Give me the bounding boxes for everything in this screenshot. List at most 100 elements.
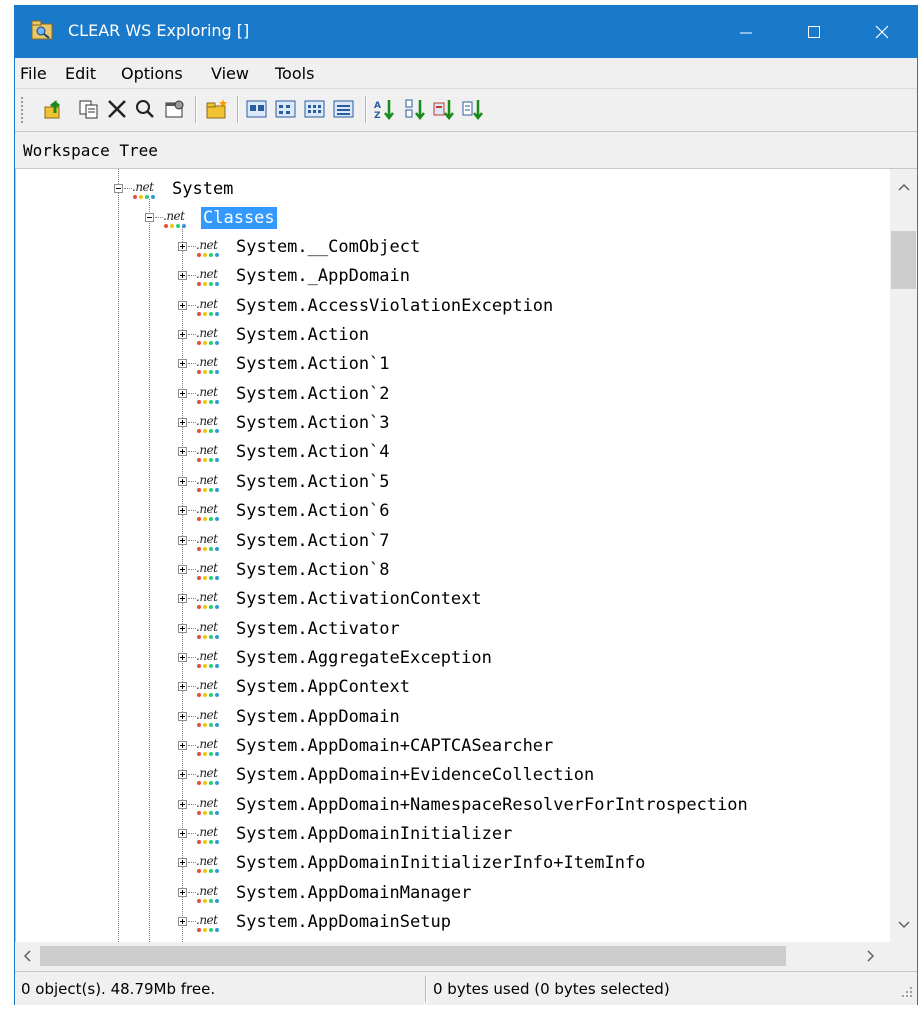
menu-edit[interactable]: Edit [65, 64, 96, 83]
menu-bar: File Edit Options View Tools [15, 58, 917, 88]
toolbar: AZ [15, 88, 917, 129]
tree-node-class[interactable]: .net System.Action`6 [178, 498, 888, 526]
expand-icon[interactable] [178, 535, 187, 545]
new-folder-button[interactable] [205, 97, 229, 121]
expand-icon[interactable] [178, 242, 187, 251]
workspace-tree-header: Workspace Tree [15, 131, 917, 169]
tree-node-class[interactable]: .net System.AppDomainSetup [178, 909, 888, 937]
title-bar[interactable]: CLEAR WS Exploring [] [15, 6, 917, 58]
expand-icon[interactable] [178, 330, 187, 340]
expand-icon[interactable] [178, 594, 187, 604]
vertical-scroll-thumb[interactable] [891, 231, 916, 289]
sort-by-type-button[interactable] [404, 97, 428, 121]
copy-button[interactable] [77, 97, 101, 121]
tree-node-label: System.AppDomainManager [236, 882, 472, 903]
tree-node-class[interactable]: .net System.AppDomain+CAPTCASearcher [178, 733, 888, 761]
tree-node-class[interactable]: .net System.AggregateException [178, 645, 888, 673]
tree-node-class[interactable]: .net System.Action`2 [178, 381, 888, 409]
close-button[interactable] [848, 6, 916, 58]
tree-node-class[interactable]: .net System.Action`3 [178, 410, 888, 438]
maximize-button[interactable] [780, 6, 848, 58]
expand-icon[interactable] [178, 887, 187, 897]
dotnet-icon: .net [196, 590, 219, 610]
tree-connector [188, 803, 196, 805]
scroll-left-icon[interactable] [23, 950, 31, 962]
tree-node-class[interactable]: .net System.Action`1 [178, 351, 888, 379]
details-view-button[interactable] [332, 97, 356, 121]
expand-icon[interactable] [178, 271, 187, 281]
tree-node-class[interactable]: .net System.AppDomain [178, 704, 888, 732]
dotnet-icon: .net [196, 355, 219, 375]
tree-node-class[interactable]: .net System.Action`7 [178, 528, 888, 556]
tree-node-class[interactable]: .net System.Action`8 [178, 557, 888, 585]
sort-by-date-button[interactable] [462, 97, 486, 121]
scroll-right-icon[interactable] [867, 950, 875, 962]
menu-tools[interactable]: Tools [275, 64, 314, 83]
expand-icon[interactable] [178, 711, 187, 721]
tree-node-class[interactable]: .net System.__ComObject [178, 234, 888, 262]
expand-icon[interactable] [178, 359, 187, 369]
tree-node-class[interactable]: .net System.AppDomain+EvidenceCollection [178, 762, 888, 790]
tree-node-class[interactable]: .net System.AppDomainInitializerInfo+Item… [178, 850, 888, 878]
horizontal-scroll-thumb[interactable] [40, 946, 786, 966]
tree-node-class[interactable]: .net System.AccessViolationException [178, 293, 888, 321]
scroll-down-icon[interactable] [898, 921, 910, 929]
tree-node-class[interactable]: .net System.Activator [178, 616, 888, 644]
collapse-icon[interactable] [114, 184, 123, 193]
menu-view[interactable]: View [211, 64, 249, 83]
scroll-up-icon[interactable] [898, 183, 910, 191]
find-button[interactable] [133, 97, 157, 121]
sort-by-size-icon [433, 100, 454, 121]
menu-file[interactable]: File [20, 64, 47, 83]
properties-button[interactable] [163, 97, 187, 121]
expand-icon[interactable] [178, 447, 187, 457]
expand-icon[interactable] [178, 388, 187, 398]
list-view-button[interactable] [303, 97, 327, 121]
tree-node-system[interactable]: .net System [114, 176, 314, 204]
sort-by-size-button[interactable] [433, 97, 457, 121]
tree-node-class[interactable]: .net System.ActivationContext [178, 586, 888, 614]
small-icons-button[interactable] [274, 97, 298, 121]
tree-node-label: System.Action`2 [236, 383, 390, 404]
tree-node-class[interactable]: .net System.Action`5 [178, 469, 888, 497]
toolbar-grip[interactable] [21, 97, 26, 123]
expand-icon[interactable] [178, 799, 187, 809]
details-view-icon [333, 100, 354, 118]
expand-icon[interactable] [178, 623, 187, 633]
tree-node-class[interactable]: .net System.AppDomain+NamespaceResolverFo… [178, 792, 888, 820]
go-up-button[interactable] [43, 97, 67, 121]
tree-node-label: System.__ComObject [236, 237, 421, 257]
workspace-tree[interactable]: .net System .net Classes .net System.__Co… [15, 169, 891, 942]
expand-icon[interactable] [178, 770, 187, 780]
expand-icon[interactable] [178, 476, 187, 486]
dotnet-icon: .net [196, 414, 219, 434]
expand-icon[interactable] [178, 917, 187, 927]
tree-connector [188, 392, 196, 394]
tree-node-label: System.ActivationContext [236, 589, 482, 610]
collapse-icon[interactable] [145, 213, 154, 222]
large-icons-button[interactable] [245, 97, 269, 121]
properties-icon [165, 100, 184, 118]
delete-button[interactable] [105, 97, 129, 121]
expand-icon[interactable] [178, 418, 187, 428]
resize-grip-icon[interactable] [899, 984, 913, 998]
expand-icon[interactable] [178, 740, 187, 750]
tree-node-class[interactable]: .net System.Action [178, 322, 888, 350]
tree-node-class[interactable]: .net System.AppDomainManager [178, 880, 888, 908]
expand-icon[interactable] [178, 564, 187, 574]
tree-node-class[interactable]: .net System.Action`4 [178, 439, 888, 467]
tree-node-classes[interactable]: .net Classes [145, 205, 345, 233]
expand-icon[interactable] [178, 652, 187, 662]
tree-node-class[interactable]: .net System.AppContext [178, 674, 888, 702]
sort-by-name-button[interactable]: AZ [373, 97, 397, 121]
expand-icon[interactable] [178, 682, 187, 692]
tree-node-class[interactable]: .net System.AppDomainInitializer [178, 821, 888, 849]
tree-node-class[interactable]: .net System._AppDomain [178, 263, 888, 291]
tree-connector [188, 539, 196, 541]
expand-icon[interactable] [178, 506, 187, 516]
expand-icon[interactable] [178, 829, 187, 838]
minimize-button[interactable] [712, 6, 780, 58]
expand-icon[interactable] [178, 858, 187, 868]
menu-options[interactable]: Options [121, 64, 183, 83]
expand-icon[interactable] [178, 300, 187, 310]
